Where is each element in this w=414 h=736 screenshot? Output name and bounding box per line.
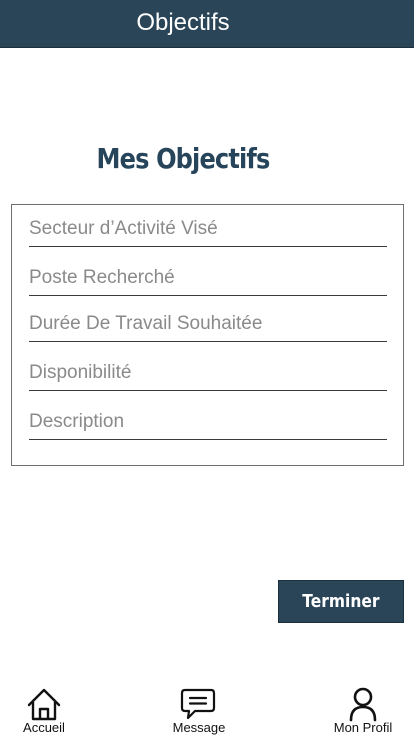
- tab-label-message: Message: [172, 720, 226, 735]
- header-title: Objectifs: [136, 9, 230, 36]
- message-icon: [180, 686, 216, 722]
- finish-button-label: Terminer: [302, 591, 380, 612]
- page-title: Mes Objectifs: [96, 142, 271, 175]
- position-field[interactable]: Poste Recherché: [29, 264, 387, 296]
- tab-mon-profil[interactable]: Mon Profil: [330, 680, 396, 736]
- sector-field[interactable]: Secteur d’Activité Visé: [29, 215, 387, 247]
- description-field[interactable]: Description: [29, 408, 387, 440]
- availability-field[interactable]: Disponibilité: [29, 359, 387, 391]
- tab-label-mon-profil: Mon Profil: [333, 720, 393, 735]
- app-header: Objectifs: [0, 0, 414, 48]
- tab-accueil[interactable]: Accueil: [14, 680, 74, 736]
- work-duration-field[interactable]: Durée De Travail Souhaitée: [29, 310, 387, 342]
- profile-icon: [345, 686, 381, 722]
- tab-message[interactable]: Message: [164, 680, 234, 736]
- objectives-form: Secteur d’Activité Visé Poste Recherché …: [11, 204, 404, 466]
- finish-button[interactable]: Terminer: [278, 580, 404, 623]
- tab-label-accueil: Accueil: [23, 720, 65, 735]
- home-icon: [26, 686, 62, 722]
- bottom-tab-bar: Accueil Message Mon Profil: [0, 680, 414, 736]
